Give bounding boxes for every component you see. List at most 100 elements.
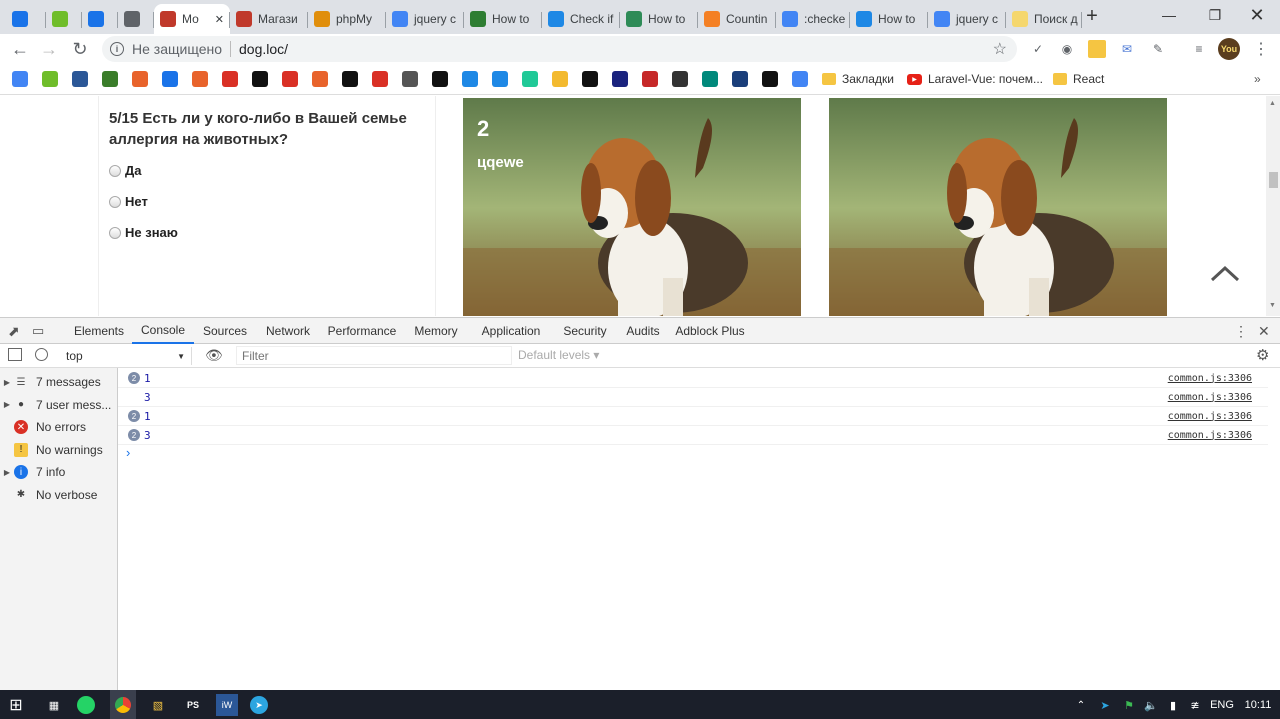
bookmark-gmail-icon[interactable] — [222, 71, 238, 87]
browser-tab[interactable] — [82, 4, 118, 34]
bookmark-green-icon[interactable] — [102, 71, 118, 87]
console-message[interactable]: 2 1 common.js:3306 — [118, 407, 1268, 426]
scroll-down-icon[interactable]: ▼ — [1269, 302, 1276, 309]
expand-arrow-icon[interactable]: ▶ — [0, 378, 14, 387]
filter-input[interactable] — [236, 346, 512, 365]
option-dont-know[interactable]: Не знаю — [109, 222, 425, 243]
close-window-button[interactable]: ✕ — [1234, 0, 1280, 30]
dog-card[interactable] — [829, 98, 1167, 316]
option-yes[interactable]: Да — [109, 160, 425, 181]
eye-icon[interactable]: 👁 — [205, 347, 223, 364]
browser-tab[interactable]: phpMy — [308, 4, 386, 34]
extension-list-icon[interactable]: ≡ — [1190, 40, 1208, 58]
extension-note-icon[interactable] — [1088, 40, 1106, 58]
extension-picker-icon[interactable]: ✎ — [1149, 40, 1167, 58]
phpstorm-icon[interactable]: PS — [182, 694, 204, 716]
profile-avatar[interactable]: You — [1218, 38, 1240, 60]
calculator-icon[interactable]: ▦ — [43, 694, 65, 716]
devtools-tab-security[interactable]: Security — [554, 318, 616, 344]
battery-icon[interactable]: ▮ — [1162, 694, 1184, 716]
console-message[interactable]: 3 common.js:3306 — [118, 388, 1268, 407]
bookmark-z-icon[interactable] — [312, 71, 328, 87]
bookmark-stack-icon[interactable] — [492, 71, 508, 87]
bookmark-cp-icon[interactable] — [132, 71, 148, 87]
source-link[interactable]: common.js:3306 — [1168, 411, 1252, 422]
devtools-tab-console[interactable]: Console — [132, 318, 194, 344]
new-tab-button[interactable]: + — [1080, 4, 1104, 28]
bookmark-folder-zakladki[interactable]: Закладки — [822, 71, 894, 87]
bookmark-beta-icon[interactable] — [402, 71, 418, 87]
browser-tab[interactable]: :checke — [776, 4, 850, 34]
browser-tab[interactable]: How to — [464, 4, 542, 34]
file-explorer-icon[interactable]: ▧ — [147, 694, 169, 716]
inspect-element-icon[interactable]: ⬈ — [8, 318, 20, 344]
info-icon[interactable]: i — [110, 42, 124, 56]
bookmark-word-icon[interactable] — [72, 71, 88, 87]
bookmark-google-icon[interactable] — [12, 71, 28, 87]
context-selector[interactable]: top ▼ — [60, 347, 192, 365]
menu-icon[interactable]: ⋮ — [1252, 40, 1270, 58]
bookmark-github-icon[interactable] — [342, 71, 358, 87]
close-tab-icon[interactable]: ✕ — [215, 13, 224, 26]
browser-tab[interactable] — [6, 4, 46, 34]
sidebar-filter-item[interactable]: ▶ i 7 info — [0, 461, 118, 483]
expand-arrow-icon[interactable]: ▶ — [0, 400, 14, 409]
bookmark-fl-icon[interactable] — [42, 71, 58, 87]
option-no[interactable]: Нет — [109, 191, 425, 212]
bookmark-youtube[interactable]: ▶ Laravel-Vue: почем... — [907, 71, 1043, 87]
sidebar-toggle-icon[interactable] — [8, 348, 22, 361]
forward-button[interactable]: → — [38, 38, 60, 60]
wifi-icon[interactable]: ≇ — [1184, 694, 1206, 716]
console-prompt[interactable]: › — [126, 445, 130, 460]
sidebar-filter-item[interactable]: ▶ ☰ 7 messages — [0, 371, 118, 393]
expand-arrow-icon[interactable]: ▶ — [0, 468, 14, 477]
bookmark-folder-react[interactable]: React — [1053, 71, 1104, 87]
source-link[interactable]: common.js:3306 — [1168, 430, 1252, 441]
source-link[interactable]: common.js:3306 — [1168, 373, 1252, 384]
language-indicator[interactable]: ENG — [1208, 694, 1236, 716]
address-bar[interactable]: i Не защищено dog.loc/ ☆ — [102, 36, 1017, 62]
radio-button[interactable] — [109, 226, 121, 239]
devtools-tab-sources[interactable]: Sources — [194, 318, 256, 344]
tray-chevron-icon[interactable]: ⌃ — [1070, 694, 1092, 716]
more-bookmarks-icon[interactable]: » — [1254, 71, 1261, 87]
whatsapp-icon[interactable] — [77, 696, 95, 714]
devtools-tab-performance[interactable]: Performance — [320, 318, 404, 344]
bookmark-curve-icon[interactable] — [702, 71, 718, 87]
scroll-up-icon[interactable]: ▲ — [1269, 100, 1276, 107]
browser-tab[interactable]: Мо ✕ — [154, 4, 230, 34]
clear-console-icon[interactable] — [35, 348, 48, 361]
devtools-tab-network[interactable]: Network — [256, 318, 320, 344]
browser-tab[interactable]: Магази — [230, 4, 308, 34]
devtools-menu-icon[interactable]: ⋮ — [1234, 318, 1248, 344]
security-status[interactable]: Не защищено — [132, 41, 222, 57]
bookmark-vercel-icon[interactable] — [252, 71, 268, 87]
extension-mail-icon[interactable]: ✉ — [1118, 40, 1136, 58]
clock[interactable]: 10:11 — [1242, 694, 1274, 716]
devtools-close-icon[interactable]: ✕ — [1258, 318, 1270, 344]
devtools-tab-elements[interactable]: Elements — [66, 318, 132, 344]
bookmark-globe-icon[interactable] — [792, 71, 808, 87]
radio-button[interactable] — [109, 195, 121, 208]
chrome-icon[interactable] — [110, 690, 136, 719]
extension-globe-icon[interactable]: ◉ — [1058, 40, 1076, 58]
sidebar-filter-item[interactable]: ✱ No verbose — [0, 484, 118, 506]
devtools-tab-audits[interactable]: Audits — [616, 318, 670, 344]
minimize-button[interactable]: — — [1146, 0, 1192, 30]
dog-card[interactable]: 2 цqewe — [463, 98, 801, 316]
reload-button[interactable]: ↻ — [69, 38, 91, 60]
browser-tab[interactable]: How to — [850, 4, 928, 34]
scrollbar-thumb[interactable] — [1269, 172, 1278, 188]
bookmark-ch-icon[interactable] — [762, 71, 778, 87]
source-link[interactable]: common.js:3306 — [1168, 392, 1252, 403]
browser-tab[interactable]: How to — [620, 4, 698, 34]
sidebar-filter-item[interactable]: ▶ ● 7 user mess... — [0, 394, 118, 416]
devtools-tab-memory[interactable]: Memory — [404, 318, 468, 344]
bookmark-flag-icon[interactable] — [432, 71, 448, 87]
bookmark-kotlin-icon[interactable] — [522, 71, 538, 87]
bookmark-star-icon[interactable]: ☆ — [993, 39, 1007, 59]
extension-check-icon[interactable]: ✓ — [1029, 40, 1047, 58]
devtools-tab-application[interactable]: Application — [468, 318, 554, 344]
telegram-icon[interactable]: ➤ — [250, 696, 268, 714]
bookmark-binance-icon[interactable] — [552, 71, 568, 87]
